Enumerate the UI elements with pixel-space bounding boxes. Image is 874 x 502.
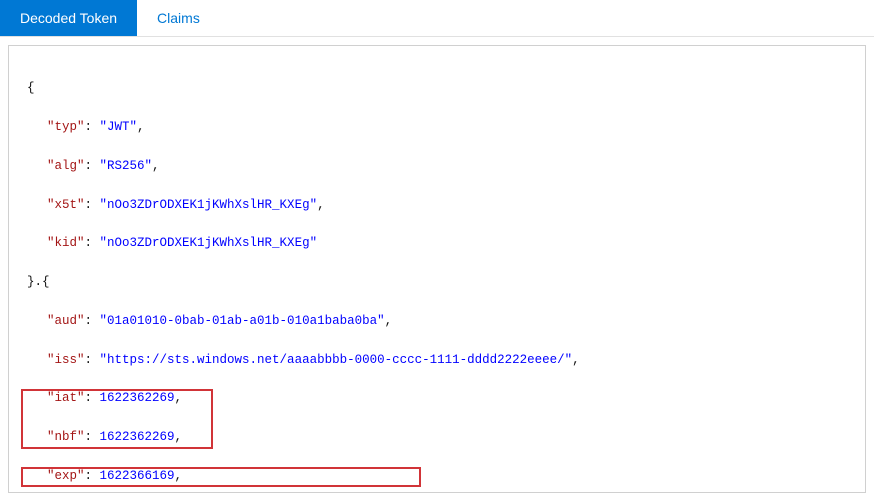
- claim-nbf: "nbf": 1622362269,: [27, 428, 847, 447]
- token-json-viewer: { "typ": "JWT", "alg": "RS256", "x5t": "…: [8, 45, 866, 493]
- claim-aud: "aud": "01a01010-0bab-01ab-a01b-010a1bab…: [27, 312, 847, 331]
- header-x5t: "x5t": "nOo3ZDrODXEK1jKWhXslHR_KXEg",: [27, 196, 847, 215]
- header-typ: "typ": "JWT",: [27, 118, 847, 137]
- tabs-bar: Decoded Token Claims: [0, 0, 874, 37]
- tab-decoded-token[interactable]: Decoded Token: [0, 0, 137, 36]
- header-alg: "alg": "RS256",: [27, 157, 847, 176]
- claim-exp: "exp": 1622366169,: [27, 467, 847, 486]
- json-brace-open: {: [27, 79, 847, 98]
- header-kid: "kid": "nOo3ZDrODXEK1jKWhXslHR_KXEg": [27, 234, 847, 253]
- tab-claims[interactable]: Claims: [137, 0, 220, 36]
- claim-iss: "iss": "https://sts.windows.net/aaaabbbb…: [27, 351, 847, 370]
- claim-iat: "iat": 1622362269,: [27, 389, 847, 408]
- json-section-divider: }.{: [27, 273, 847, 292]
